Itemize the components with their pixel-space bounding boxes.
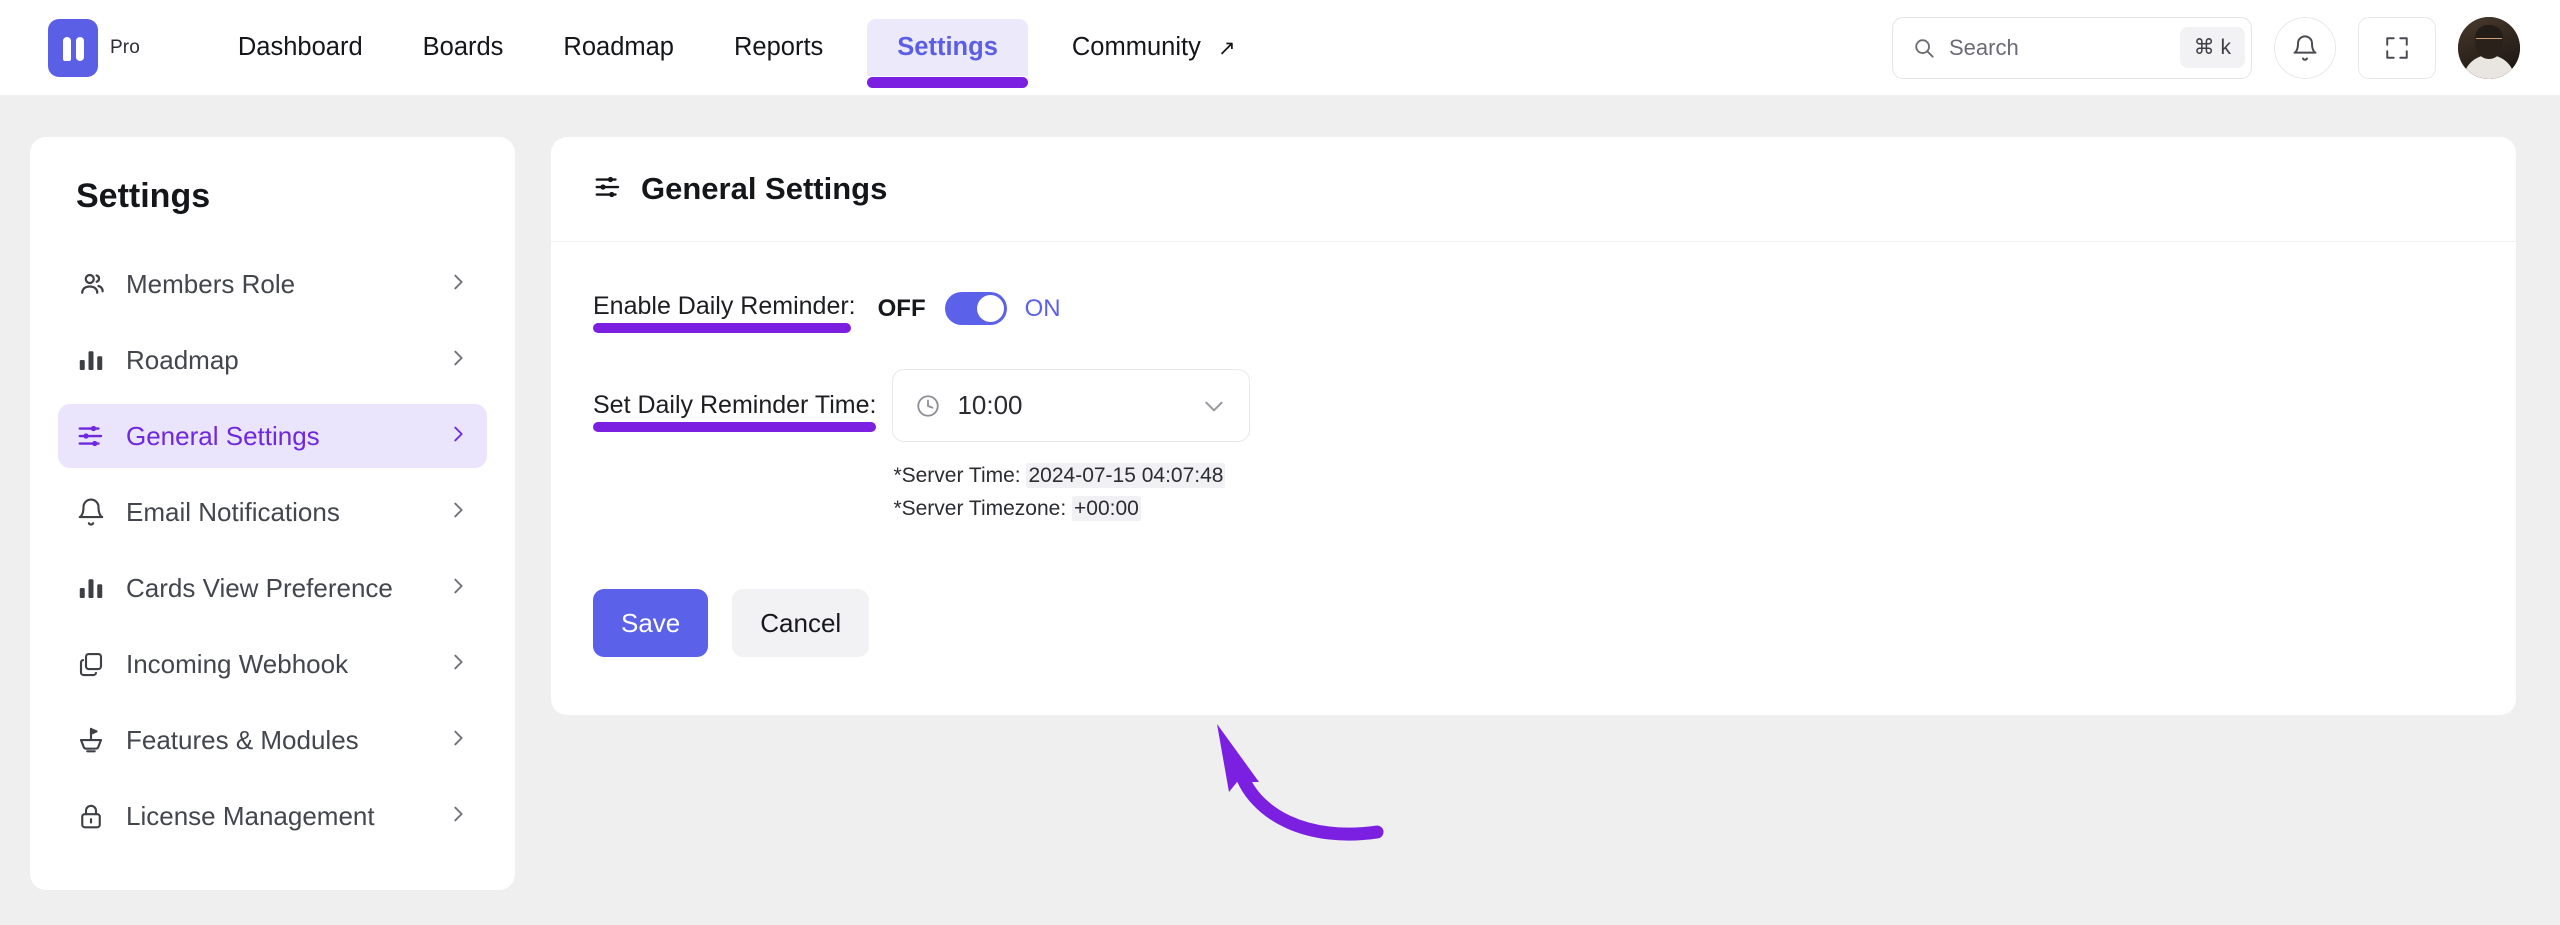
cancel-button[interactable]: Cancel xyxy=(732,589,870,658)
chevron-right-icon xyxy=(447,271,469,298)
avatar[interactable] xyxy=(2458,16,2520,79)
nav-link-community[interactable]: Community ↗ xyxy=(1042,32,1266,61)
reminder-time-group: 10:00 *Server Time: 2024-07-15 04:07:48 … xyxy=(892,369,1251,525)
sidebar-item-label: Features & Modules xyxy=(126,724,359,755)
chevron-right-icon xyxy=(447,423,469,450)
search-shortcut-badge: ⌘ k xyxy=(2179,27,2245,68)
save-button[interactable]: Save xyxy=(593,589,709,658)
pro-badge: Pro xyxy=(110,36,140,58)
page-body: Settings Members Role Roadmap General Se… xyxy=(0,95,2560,890)
server-time-value: 2024-07-15 04:07:48 xyxy=(1026,463,1226,488)
settings-sidebar: Settings Members Role Roadmap General Se… xyxy=(30,137,515,890)
chevron-right-icon xyxy=(447,803,469,830)
sidebar-item-general-settings[interactable]: General Settings xyxy=(58,404,487,468)
panel-header: General Settings xyxy=(551,137,2516,242)
reminder-time-value: 10:00 xyxy=(957,390,1023,420)
active-tab-highlight-annotation xyxy=(867,77,1028,89)
chevron-right-icon xyxy=(447,651,469,678)
fullscreen-icon xyxy=(2386,36,2408,59)
chevron-right-icon xyxy=(447,347,469,374)
server-time-line: *Server Time: 2024-07-15 04:07:48 xyxy=(893,460,1250,493)
form-actions: Save Cancel xyxy=(593,589,2474,715)
toggle-on-label: ON xyxy=(1024,294,1061,322)
search-placeholder: Search xyxy=(1949,34,2019,60)
enable-daily-reminder-toggle[interactable] xyxy=(944,292,1007,325)
chevron-right-icon xyxy=(447,575,469,602)
bar-chart-icon xyxy=(76,573,106,603)
external-link-icon: ↗ xyxy=(1217,36,1236,60)
sidebar-list: Members Role Roadmap General Settings Em… xyxy=(58,252,487,848)
panel-body: Enable Daily Reminder: OFF ON Set Daily … xyxy=(551,242,2516,841)
toggle-knob xyxy=(976,295,1004,322)
server-timezone-line: *Server Timezone: +00:00 xyxy=(893,493,1250,526)
search-input[interactable]: Search ⌘ k xyxy=(1892,16,2252,79)
label-highlight-annotation xyxy=(593,422,877,432)
enable-daily-reminder-label: Enable Daily Reminder: xyxy=(593,292,856,333)
nav-link-community-label: Community xyxy=(1071,32,1201,61)
nav-link-boards[interactable]: Boards xyxy=(393,34,534,61)
toggle-off-label: OFF xyxy=(877,294,926,322)
sidebar-item-label: General Settings xyxy=(126,420,320,451)
chevron-down-icon[interactable] xyxy=(1201,393,1227,419)
sidebar-item-roadmap[interactable]: Roadmap xyxy=(58,328,487,392)
sidebar-item-label: Cards View Preference xyxy=(126,572,393,603)
sidebar-item-incoming-webhook[interactable]: Incoming Webhook xyxy=(58,632,487,696)
search-icon xyxy=(1915,38,1934,58)
copy-icon xyxy=(76,649,106,679)
bell-icon xyxy=(76,497,106,527)
save-button-arrow-annotation xyxy=(1217,724,1384,841)
flag-boat-icon xyxy=(76,725,106,755)
sidebar-item-label: Email Notifications xyxy=(126,496,340,527)
server-timezone-value: +00:00 xyxy=(1072,495,1141,521)
logo-bar-left xyxy=(62,36,71,61)
sidebar-item-email-notifications[interactable]: Email Notifications xyxy=(58,480,487,544)
clock-icon xyxy=(917,394,940,417)
nav-link-reports[interactable]: Reports xyxy=(704,34,853,61)
nav-right-cluster: Search ⌘ k xyxy=(1892,16,2520,79)
sidebar-item-cards-view-preference[interactable]: Cards View Preference xyxy=(58,556,487,620)
bell-icon xyxy=(2293,34,2317,61)
sliders-icon xyxy=(76,421,106,451)
sliders-icon xyxy=(593,172,623,207)
server-time-label: *Server Time: xyxy=(893,464,1021,487)
sidebar-item-label: Roadmap xyxy=(126,344,239,375)
enable-daily-reminder-row: Enable Daily Reminder: OFF ON xyxy=(593,292,2474,333)
set-daily-reminder-time-label: Set Daily Reminder Time: xyxy=(593,391,877,432)
app-logo-icon[interactable] xyxy=(48,18,98,77)
page-title: General Settings xyxy=(641,171,888,206)
server-info: *Server Time: 2024-07-15 04:07:48 *Serve… xyxy=(892,460,1250,525)
bar-chart-icon xyxy=(76,345,106,375)
reminder-time-select[interactable]: 10:00 xyxy=(892,369,1251,442)
sidebar-title: Settings xyxy=(76,177,211,215)
notifications-button[interactable] xyxy=(2274,16,2336,79)
server-timezone-label: *Server Timezone: xyxy=(893,496,1067,520)
fullscreen-button[interactable] xyxy=(2358,16,2436,79)
nav-link-roadmap[interactable]: Roadmap xyxy=(533,34,704,61)
sidebar-item-label: Members Role xyxy=(126,268,296,299)
enable-daily-reminder-label-text: Enable Daily Reminder: xyxy=(593,292,856,320)
primary-nav-links: Dashboard Boards Roadmap Reports Setting… xyxy=(208,18,1266,89)
sidebar-item-label: Incoming Webhook xyxy=(126,648,349,679)
lock-icon xyxy=(76,801,106,831)
label-highlight-annotation xyxy=(593,323,851,333)
chevron-right-icon xyxy=(447,499,469,526)
nav-link-settings-label: Settings xyxy=(897,32,998,61)
brand[interactable]: Pro xyxy=(48,18,140,77)
set-daily-reminder-time-label-text: Set Daily Reminder Time: xyxy=(593,391,877,419)
nav-link-dashboard[interactable]: Dashboard xyxy=(208,34,393,61)
general-settings-panel: General Settings Enable Daily Reminder: … xyxy=(551,137,2516,841)
users-icon xyxy=(76,269,106,299)
sidebar-item-members-role[interactable]: Members Role xyxy=(58,252,487,316)
sidebar-item-license-management[interactable]: License Management xyxy=(58,784,487,848)
top-navigation-bar: Pro Dashboard Boards Roadmap Reports Set… xyxy=(0,0,2560,95)
sidebar-item-features-modules[interactable]: Features & Modules xyxy=(58,708,487,772)
set-daily-reminder-time-row: Set Daily Reminder Time: 10:00 *Server T… xyxy=(593,369,2474,525)
sidebar-item-label: License Management xyxy=(126,800,375,831)
logo-bar-right xyxy=(75,36,84,61)
nav-link-settings[interactable]: Settings xyxy=(867,18,1028,89)
chevron-right-icon xyxy=(447,727,469,754)
